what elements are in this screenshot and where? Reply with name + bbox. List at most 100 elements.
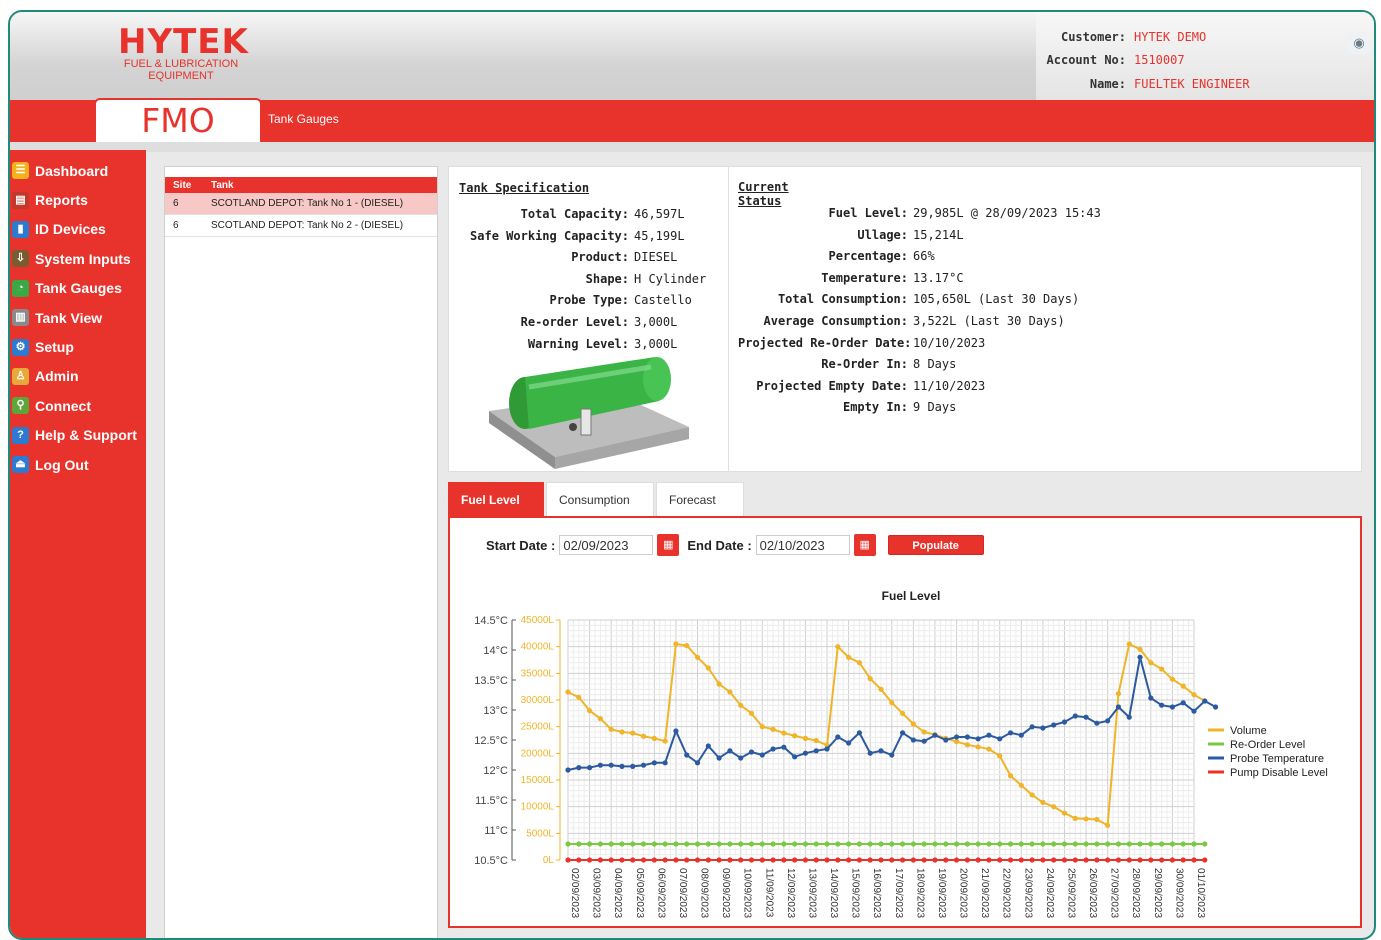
data-point <box>1072 815 1078 821</box>
sidebar-item-id-devices[interactable]: ▮ ID Devices <box>10 215 146 244</box>
data-point <box>910 841 916 847</box>
end-calendar-icon[interactable]: ▦ <box>853 534 876 556</box>
start-date-input[interactable] <box>559 535 654 555</box>
data-point <box>608 762 614 768</box>
sidebar-item-connect[interactable]: ⚲ Connect <box>10 391 146 420</box>
col-tank[interactable]: Tank <box>203 180 437 191</box>
data-point <box>770 841 776 847</box>
sidebar-item-label: System Inputs <box>35 250 131 267</box>
fuel-level-chart: Fuel Level 14.5°C 14°C 13.5°C 13°C 12.5°C 12°C… <box>474 589 1328 918</box>
app-name: FMO <box>94 98 262 142</box>
data-point <box>1191 857 1197 863</box>
divider <box>10 142 1374 152</box>
y-left-tick-label: 14°C <box>483 645 508 657</box>
status-row: Empty In: 9 Days <box>842 400 957 415</box>
sidebar-item-label: Setup <box>35 339 74 356</box>
data-point <box>1061 857 1068 863</box>
sidebar-item-admin[interactable]: ♙ Admin <box>10 362 146 391</box>
data-point <box>986 746 992 752</box>
data-point <box>1159 841 1165 847</box>
x-tick-label: 01/10/2023 <box>1195 868 1206 918</box>
data-point <box>889 700 895 706</box>
sidebar-item-tank-gauges[interactable]: ◔ Tank Gauges <box>10 274 146 303</box>
data-point <box>684 841 690 847</box>
data-point <box>835 644 841 650</box>
start-calendar-icon[interactable]: ▦ <box>657 534 680 556</box>
screenshot-icon[interactable]: ◉ <box>1348 32 1370 54</box>
data-point <box>705 743 711 749</box>
data-point <box>694 654 701 660</box>
data-point <box>727 748 733 754</box>
data-point <box>1105 841 1111 847</box>
data-point <box>608 726 614 732</box>
end-date-label: End Date : <box>687 537 752 553</box>
sidebar-item-reports[interactable]: ▤ Reports <box>10 185 146 214</box>
sidebar-item-dashboard[interactable]: ☰ Dashboard <box>10 156 146 185</box>
data-point <box>1083 714 1089 720</box>
data-point <box>943 841 949 847</box>
data-point <box>846 654 852 660</box>
sidebar-item-label: Tank View <box>35 309 103 326</box>
y-left-tick-label: 14.5°C <box>474 615 508 627</box>
tank-row[interactable]: 6 SCOTLAND DEPOT: Tank No 1 - (DIESEL) <box>165 193 437 215</box>
data-point <box>619 763 625 769</box>
data-point <box>802 750 809 756</box>
data-point <box>597 857 603 863</box>
x-tick-label: 30/09/2023 <box>1173 868 1184 918</box>
data-point <box>878 748 884 754</box>
data-point <box>1105 857 1111 863</box>
data-point <box>1094 816 1100 823</box>
y-right-tick-label: 45000L <box>521 615 555 626</box>
col-site[interactable]: Site <box>165 180 203 191</box>
x-tick-label: 22/09/2023 <box>1001 868 1012 918</box>
data-point <box>1007 841 1014 847</box>
y-right-tick-label: 35000L <box>521 668 555 679</box>
data-point <box>932 841 938 847</box>
data-point <box>673 857 679 863</box>
sidebar-item-label: Tank Gauges <box>35 280 122 297</box>
y-right-tick-label: 0L <box>543 855 555 866</box>
sidebar-item-label: Connect <box>35 397 91 414</box>
data-point <box>921 841 927 847</box>
data-point <box>1202 841 1208 847</box>
tab-fuel-level[interactable]: Fuel Level <box>448 482 544 516</box>
data-point <box>694 857 701 863</box>
data-point <box>1072 841 1078 847</box>
data-point <box>997 841 1003 847</box>
populate-button[interactable]: Populate <box>887 535 984 555</box>
y-left-tick-label: 13°C <box>483 705 508 717</box>
tank-spec-title: Tank Specification <box>459 181 590 195</box>
data-point <box>910 721 916 727</box>
tank-row[interactable]: 6 SCOTLAND DEPOT: Tank No 2 - (DIESEL) <box>165 215 437 237</box>
data-point <box>1148 857 1154 863</box>
account-row: Account No: 1510007 <box>1046 53 1185 67</box>
data-point <box>1029 724 1035 730</box>
status-row: Re-Order In: 8 Days <box>821 357 957 372</box>
sidebar-item-setup[interactable]: ⚙ Setup <box>10 332 146 361</box>
data-point <box>1018 841 1024 847</box>
tab-forecast[interactable]: Forecast <box>656 482 744 516</box>
dashboard-icon: ☰ <box>12 162 29 180</box>
data-point <box>1029 841 1035 847</box>
sidebar-item-help-support[interactable]: ? Help & Support <box>10 421 146 450</box>
tab-consumption[interactable]: Consumption <box>546 482 654 516</box>
sidebar-item-label: ID Devices <box>35 221 106 238</box>
data-point <box>1180 857 1186 863</box>
data-point <box>1159 702 1165 708</box>
hytek-logo[interactable]: HYTEK FUEL & LUBRICATION EQUIPMENT <box>118 25 249 82</box>
end-date-input[interactable] <box>755 535 850 555</box>
data-point <box>997 753 1003 759</box>
sidebar-item-system-inputs[interactable]: ⇩ System Inputs <box>10 244 146 273</box>
sidebar-item-label: Admin <box>35 368 79 385</box>
data-point <box>770 857 776 863</box>
sidebar-item-tank-view[interactable]: ▥ Tank View <box>10 303 146 332</box>
y-left-tick-label: 12.5°C <box>474 735 508 747</box>
sidebar-item-log-out[interactable]: ⏏ Log Out <box>10 450 146 479</box>
x-tick-label: 26/09/2023 <box>1087 868 1098 918</box>
data-point <box>619 857 625 863</box>
x-tick-label: 18/09/2023 <box>914 868 925 918</box>
x-tick-label: 08/09/2023 <box>699 868 710 918</box>
data-point <box>716 841 722 847</box>
x-tick-label: 25/09/2023 <box>1065 868 1076 918</box>
data-point <box>748 710 755 716</box>
